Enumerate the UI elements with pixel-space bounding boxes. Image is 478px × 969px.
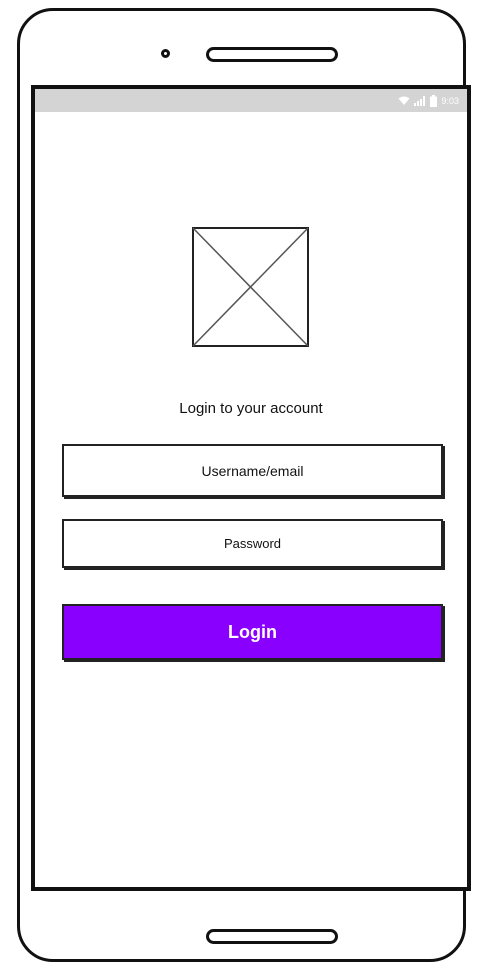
username-input[interactable]: Username/email: [62, 444, 443, 497]
battery-icon: [430, 94, 438, 107]
signal-icon: [414, 95, 426, 106]
status-time: 9:03: [441, 95, 459, 106]
phone-screen: 9:03 Login to your account Username/emai…: [31, 85, 471, 891]
page-title: Login to your account: [179, 400, 323, 417]
status-icons: 9:03: [398, 93, 459, 108]
camera-icon: [161, 49, 170, 58]
wifi-icon: [398, 96, 410, 105]
logo-image-placeholder: [192, 227, 309, 347]
home-button[interactable]: [206, 929, 338, 944]
speaker-grille: [206, 47, 338, 62]
password-input[interactable]: Password: [62, 519, 443, 568]
status-bar: 9:03: [35, 89, 467, 112]
login-button[interactable]: Login: [62, 604, 443, 660]
